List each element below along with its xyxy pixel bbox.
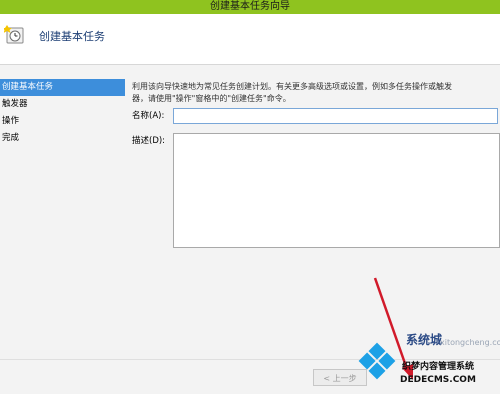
watermark-cms-url: DEDECMS.COM	[400, 375, 476, 385]
watermark-url: xitongcheng.com	[440, 338, 500, 347]
watermark-cms: 织梦内容管理系统	[402, 362, 475, 372]
watermark: 系统城 xitongcheng.com 织梦内容管理系统 DEDECMS.COM	[350, 330, 500, 394]
watermark-brand: 系统城	[406, 333, 443, 347]
windows-logo-icon	[358, 342, 396, 380]
